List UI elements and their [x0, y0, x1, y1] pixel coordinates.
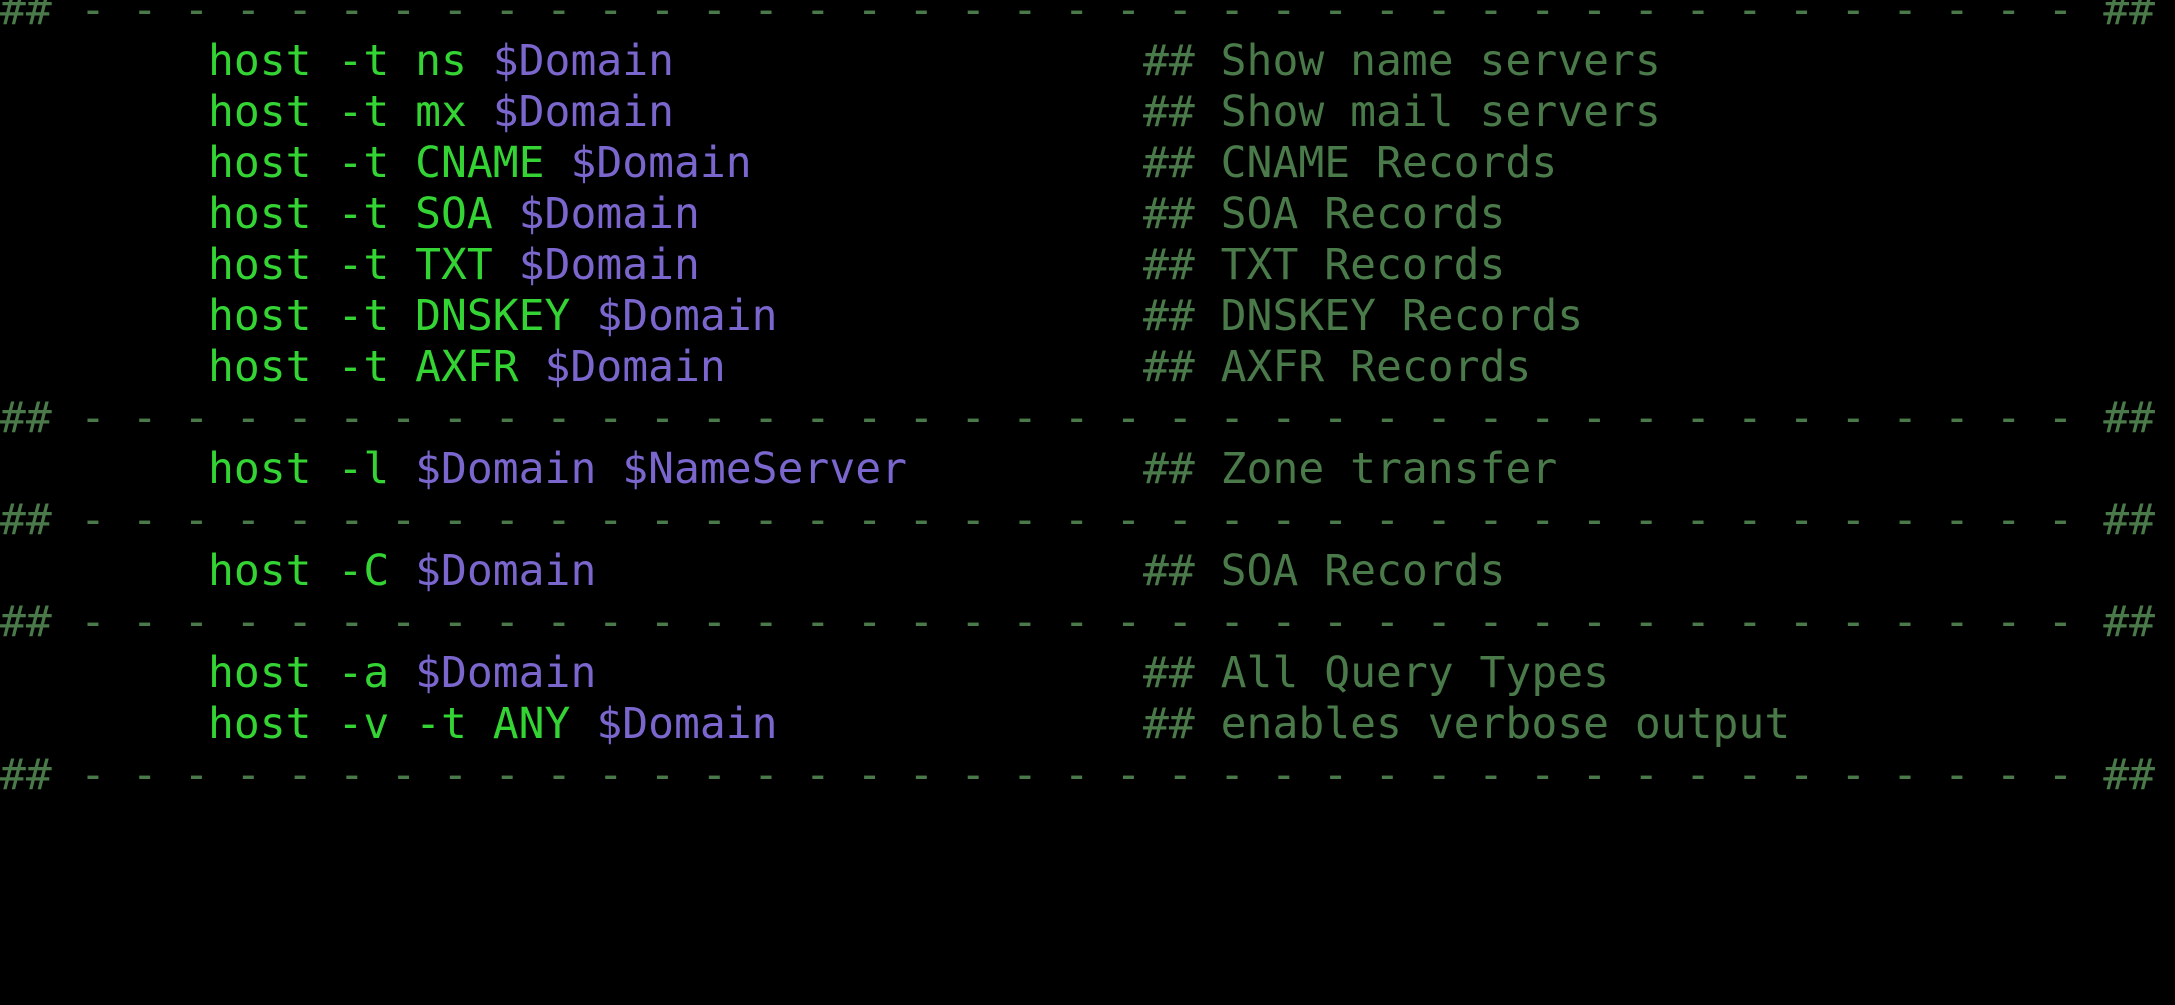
separator-dashes: - - - - - - - - - - - - - - - - - - - - … [80, 750, 2074, 800]
command-row: host -t DNSKEY $Domain ## DNSKEY Records [0, 291, 2175, 342]
command-row: host -t TXT $Domain ## TXT Records [0, 240, 2175, 291]
command-variable: $Domain [596, 699, 778, 749]
command-row: host -v -t ANY $Domain ## enables verbos… [0, 699, 2175, 750]
command-keyword: host -t ns [208, 36, 493, 86]
command-variable: $Domain $NameServer [415, 444, 907, 494]
command-text: host -C $Domain [208, 546, 596, 597]
command-comment: ## AXFR Records [1143, 342, 1532, 392]
separator-hash-right: ## [2103, 0, 2155, 35]
separator-dashes: - - - - - - - - - - - - - - - - - - - - … [80, 0, 2074, 35]
separator-line: ## - - - - - - - - - - - - - - - - - - -… [0, 0, 2175, 36]
command-text: host -v -t ANY $Domain [208, 699, 778, 750]
separator-line: ## - - - - - - - - - - - - - - - - - - -… [0, 597, 2175, 648]
separator-dashes: - - - - - - - - - - - - - - - - - - - - … [80, 495, 2074, 545]
command-variable: $Domain [596, 291, 778, 341]
command-row: host -a $Domain ## All Query Types [0, 648, 2175, 699]
command-keyword: host -a [208, 648, 416, 698]
command-row: host -t AXFR $Domain ## AXFR Records [0, 342, 2175, 393]
command-row: host -C $Domain ## SOA Records [0, 546, 2175, 597]
separator-hash-left: ## [0, 495, 52, 545]
command-comment: ## Zone transfer [1143, 444, 1558, 494]
command-variable: $Domain [570, 138, 752, 188]
command-text: host -t CNAME $Domain [208, 138, 752, 189]
separator-hash-left: ## [0, 750, 52, 800]
separator-dashes: - - - - - - - - - - - - - - - - - - - - … [80, 597, 2074, 647]
terminal-output: ## - - - - - - - - - - - - - - - - - - -… [0, 0, 2175, 801]
separator-hash-right: ## [2103, 750, 2155, 800]
command-keyword: host -C [208, 546, 416, 596]
command-row: host -l $Domain $NameServer ## Zone tran… [0, 444, 2175, 495]
separator-hash-left: ## [0, 0, 52, 35]
command-keyword: host -v -t ANY [208, 699, 597, 749]
command-text: host -t mx $Domain [208, 87, 674, 138]
command-comment: ## SOA Records [1143, 189, 1506, 239]
command-text: host -a $Domain [208, 648, 596, 699]
command-comment: ## All Query Types [1143, 648, 1609, 698]
command-variable: $Domain [415, 648, 597, 698]
command-row: host -t CNAME $Domain ## CNAME Records [0, 138, 2175, 189]
separator-dashes: - - - - - - - - - - - - - - - - - - - - … [80, 393, 2074, 443]
command-text: host -t AXFR $Domain [208, 342, 726, 393]
command-keyword: host -t TXT [208, 240, 519, 290]
command-comment: ## enables verbose output [1143, 699, 1791, 749]
command-keyword: host -t AXFR [208, 342, 545, 392]
command-comment: ## Show mail servers [1143, 87, 1661, 137]
command-comment: ## Show name servers [1143, 36, 1661, 86]
command-comment: ## DNSKEY Records [1143, 291, 1584, 341]
command-text: host -t TXT $Domain [208, 240, 700, 291]
command-comment: ## CNAME Records [1143, 138, 1558, 188]
command-comment: ## TXT Records [1143, 240, 1506, 290]
command-keyword: host -t DNSKEY [208, 291, 597, 341]
command-keyword: host -t SOA [208, 189, 519, 239]
separator-line: ## - - - - - - - - - - - - - - - - - - -… [0, 495, 2175, 546]
separator-line: ## - - - - - - - - - - - - - - - - - - -… [0, 750, 2175, 801]
command-keyword: host -t mx [208, 87, 493, 137]
command-text: host -l $Domain $NameServer [208, 444, 907, 495]
command-comment: ## SOA Records [1143, 546, 1506, 596]
command-variable: $Domain [544, 342, 726, 392]
command-variable: $Domain [415, 546, 597, 596]
separator-hash-left: ## [0, 393, 52, 443]
command-variable: $Domain [518, 189, 700, 239]
command-keyword: host -l [208, 444, 416, 494]
command-text: host -t ns $Domain [208, 36, 674, 87]
command-keyword: host -t CNAME [208, 138, 571, 188]
separator-hash-left: ## [0, 597, 52, 647]
command-variable: $Domain [518, 240, 700, 290]
command-variable: $Domain [492, 87, 674, 137]
separator-line: ## - - - - - - - - - - - - - - - - - - -… [0, 393, 2175, 444]
separator-hash-right: ## [2103, 393, 2155, 443]
command-text: host -t SOA $Domain [208, 189, 700, 240]
command-row: host -t SOA $Domain ## SOA Records [0, 189, 2175, 240]
command-text: host -t DNSKEY $Domain [208, 291, 778, 342]
separator-hash-right: ## [2103, 597, 2155, 647]
separator-hash-right: ## [2103, 495, 2155, 545]
command-row: host -t ns $Domain ## Show name servers [0, 36, 2175, 87]
command-variable: $Domain [492, 36, 674, 86]
command-row: host -t mx $Domain ## Show mail servers [0, 87, 2175, 138]
